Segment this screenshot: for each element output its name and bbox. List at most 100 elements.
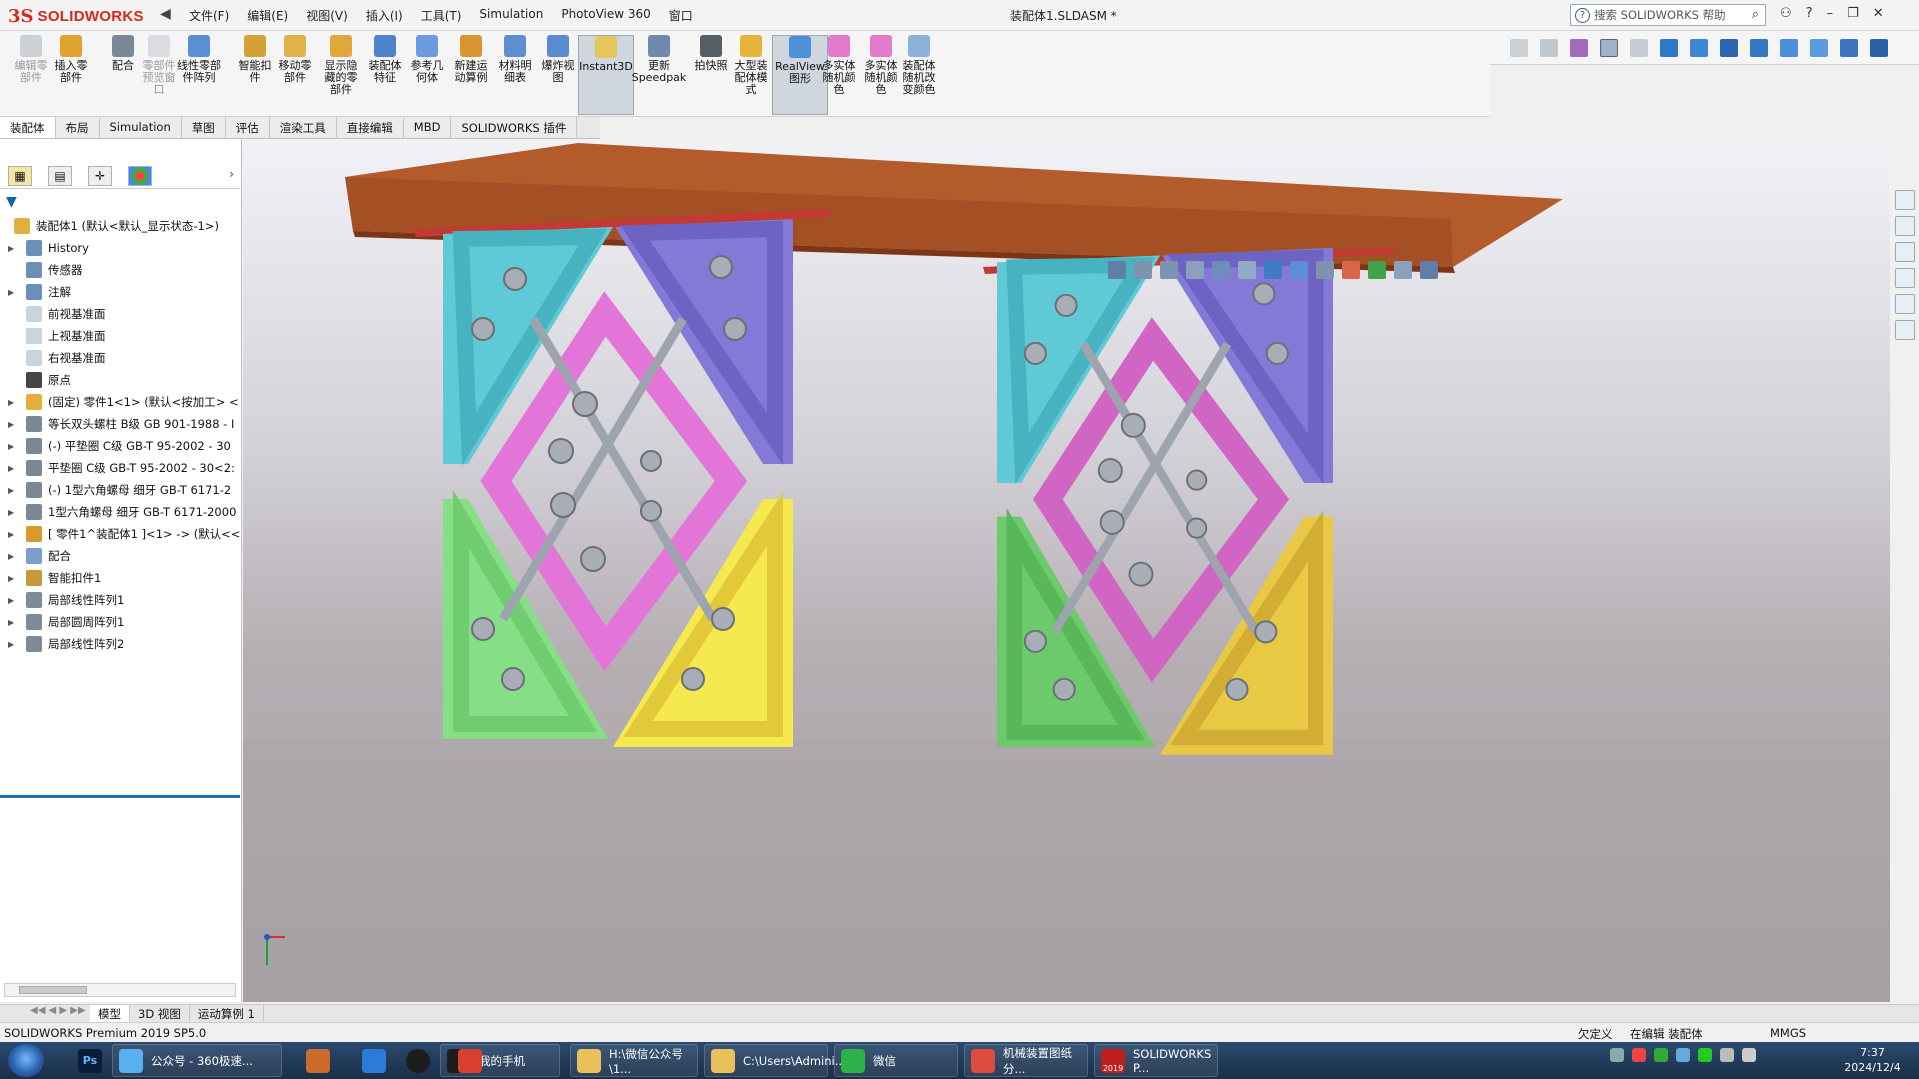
help-icon[interactable]: ? xyxy=(1806,6,1813,21)
apply-scene-icon[interactable] xyxy=(1368,261,1386,279)
solid-icon[interactable] xyxy=(1780,38,1798,57)
dynamic-annotation-icon[interactable] xyxy=(1238,261,1256,279)
taskbar-window-3[interactable]: C:\Users\Admini... xyxy=(704,1044,846,1077)
tree-item[interactable]: 传感器 xyxy=(0,259,242,281)
flag-tray-icon[interactable] xyxy=(1742,1048,1756,1062)
tree-item[interactable]: ▶ [ 零件1^装配体1 ]<1> -> (默认<< xyxy=(0,523,242,545)
edit-appearance-icon[interactable] xyxy=(1342,261,1360,279)
surface-icon[interactable] xyxy=(1750,38,1768,57)
taskbar-window-0[interactable]: 公众号 - 360极速... xyxy=(112,1044,282,1077)
tab-3[interactable]: 草图 xyxy=(181,117,226,138)
configurationmanager-tab-icon[interactable]: ✛ xyxy=(88,165,112,186)
tree-item[interactable]: 原点 xyxy=(0,369,242,391)
scrollbar-thumb[interactable] xyxy=(19,986,87,994)
wechat-tray-icon[interactable] xyxy=(1698,1048,1712,1062)
point-icon[interactable] xyxy=(1660,38,1678,57)
expand-arrow-icon[interactable]: ▶ xyxy=(8,486,20,495)
taskbar-pinned-paint[interactable] xyxy=(300,1044,336,1077)
command-random-color-button[interactable]: 多实体 随机颜 色 xyxy=(816,35,862,115)
taskbar-pinned-flag[interactable] xyxy=(356,1044,392,1077)
tab-4[interactable]: 评估 xyxy=(225,117,270,138)
filter-faces-icon[interactable] xyxy=(1570,38,1588,57)
tree-item[interactable]: ▶ 局部线性阵列2 xyxy=(0,633,242,655)
expand-arrow-icon[interactable]: ▶ xyxy=(8,508,20,517)
keyboard-icon[interactable] xyxy=(1610,1048,1624,1062)
tab-5[interactable]: 渲染工具 xyxy=(269,117,337,138)
taskbar-pinned-tool[interactable] xyxy=(452,1044,488,1077)
tree-item[interactable]: ▶ (-) 1型六角螺母 细牙 GB-T 6171-2 xyxy=(0,479,242,501)
photoshop-pinned[interactable]: Ps xyxy=(72,1044,108,1077)
taskbar-pinned-record[interactable] xyxy=(400,1044,436,1077)
hide-show-icon[interactable] xyxy=(1316,261,1334,279)
tree-item[interactable]: 上视基准面 xyxy=(0,325,242,347)
command-reference-geometry-button[interactable]: 参考几 何体 xyxy=(404,35,450,115)
expand-arrow-icon[interactable]: ▶ xyxy=(8,596,20,605)
menu-item[interactable]: PhotoView 360 xyxy=(552,7,659,24)
home-icon[interactable] xyxy=(1894,190,1915,210)
start-button[interactable] xyxy=(8,1044,44,1077)
zoom-to-fit-icon[interactable] xyxy=(1134,261,1152,279)
featuremanager-tab-icon[interactable]: ▦ xyxy=(8,165,32,186)
command-speedpak-button[interactable]: 更新 Speedpak xyxy=(632,35,686,115)
view-orientation-icon[interactable] xyxy=(1108,261,1126,279)
menu-item[interactable]: 插入(I) xyxy=(357,7,412,24)
dimension-icon[interactable] xyxy=(1840,38,1858,57)
input-method-icon[interactable] xyxy=(1632,1048,1646,1062)
command-assembly-features-button[interactable]: 装配体 特征 xyxy=(362,35,408,115)
system-clock[interactable]: 7:37 2024/12/4 xyxy=(1830,1045,1915,1075)
taskbar-window-5[interactable]: 机械装置图纸分... xyxy=(964,1044,1088,1077)
filter-funnel-icon[interactable]: ▼ xyxy=(6,194,30,212)
command-linear-pattern-button[interactable]: 线性零部 件阵列 xyxy=(176,35,222,115)
tree-item[interactable]: ▶ 局部圆周阵列1 xyxy=(0,611,242,633)
tree-item[interactable]: ▶ (固定) 零件1<1> (默认<按加工> < xyxy=(0,391,242,413)
bottom-tab-2[interactable]: 运动算例 1 xyxy=(190,1005,264,1022)
command-motion-study-button[interactable]: 新建运 动算例 xyxy=(448,35,494,115)
tree-item[interactable]: ▶ 智能扣件1 xyxy=(0,567,242,589)
tree-item[interactable]: ▶ History xyxy=(0,237,242,259)
restore-icon[interactable]: ❐ xyxy=(1847,6,1859,21)
expand-arrow-icon[interactable]: ▶ xyxy=(8,464,20,473)
displaymanager-tab-icon[interactable] xyxy=(128,165,152,186)
file-explorer-icon[interactable] xyxy=(1894,242,1915,262)
tab-1[interactable]: 布局 xyxy=(55,117,100,138)
expand-arrow-icon[interactable]: ▶ xyxy=(8,618,20,627)
tree-item[interactable]: 前视基准面 xyxy=(0,303,242,325)
expand-arrow-icon[interactable]: ▶ xyxy=(8,420,20,429)
command-show-hidden-button[interactable]: 显示隐 藏的零 部件 xyxy=(318,35,364,115)
menu-item[interactable]: 编辑(E) xyxy=(238,7,297,24)
antivirus-icon[interactable] xyxy=(1654,1048,1668,1062)
tree-item[interactable]: ▶ 注解 xyxy=(0,281,242,303)
tab-2[interactable]: Simulation xyxy=(99,117,182,138)
tree-item[interactable]: ▶ 平垫圈 C级 GB-T 95-2002 - 30<2: xyxy=(0,457,242,479)
select-arrow-icon[interactable] xyxy=(1600,38,1618,57)
menu-item[interactable]: 工具(T) xyxy=(412,7,471,24)
expand-arrow-icon[interactable]: ▶ xyxy=(8,398,20,407)
feature-tree-scrollbar[interactable] xyxy=(4,983,236,997)
menu-toggle-arrow-icon[interactable]: ◀ xyxy=(160,6,171,22)
tab-0[interactable]: 装配体 xyxy=(0,117,56,138)
tab-8[interactable]: SOLIDWORKS 插件 xyxy=(451,117,578,138)
expand-arrow-icon[interactable]: ▶ xyxy=(8,640,20,649)
command-assembly-random-color-button[interactable]: 装配体 随机改 变颜色 xyxy=(896,35,942,115)
expand-arrow-icon[interactable]: ▶ xyxy=(8,530,20,539)
previous-view-icon[interactable] xyxy=(1186,261,1204,279)
tree-item[interactable]: 装配体1 (默认<默认_显示状态-1>) xyxy=(0,215,242,237)
origin-select-icon[interactable] xyxy=(1870,38,1888,57)
tree-item[interactable]: ▶ 等长双头螺柱 B级 GB 901-1988 - I xyxy=(0,413,242,435)
menu-item[interactable]: Simulation xyxy=(470,7,552,24)
command-instant3d-button[interactable]: Instant3D xyxy=(578,35,634,115)
monitor-icon[interactable] xyxy=(1420,261,1438,279)
volume-icon[interactable] xyxy=(1720,1048,1734,1062)
units-selector[interactable]: MMGS xyxy=(1770,1026,1806,1040)
view-orientation-cube-icon[interactable] xyxy=(1264,261,1282,279)
tree-item[interactable]: ▶ (-) 平垫圈 C级 GB-T 95-2002 - 30 xyxy=(0,435,242,457)
tab-nav-arrows-icon[interactable]: ◀◀ ◀ ▶ ▶▶ xyxy=(0,1005,90,1022)
graphics-viewport[interactable]: ◫ ◪ – ❐ ✕ xyxy=(243,139,1890,1002)
sketch-icon[interactable] xyxy=(1810,38,1828,57)
section-view-icon[interactable] xyxy=(1212,261,1230,279)
taskbar-window-6[interactable]: 2019 SOLIDWORKS P... xyxy=(1094,1044,1218,1077)
tree-item[interactable]: ▶ 1型六角螺母 细牙 GB-T 6171-2000 xyxy=(0,501,242,523)
bottom-tab-1[interactable]: 3D 视图 xyxy=(130,1005,190,1022)
tree-item[interactable]: 右视基准面 xyxy=(0,347,242,369)
rollback-bar[interactable] xyxy=(0,795,240,798)
